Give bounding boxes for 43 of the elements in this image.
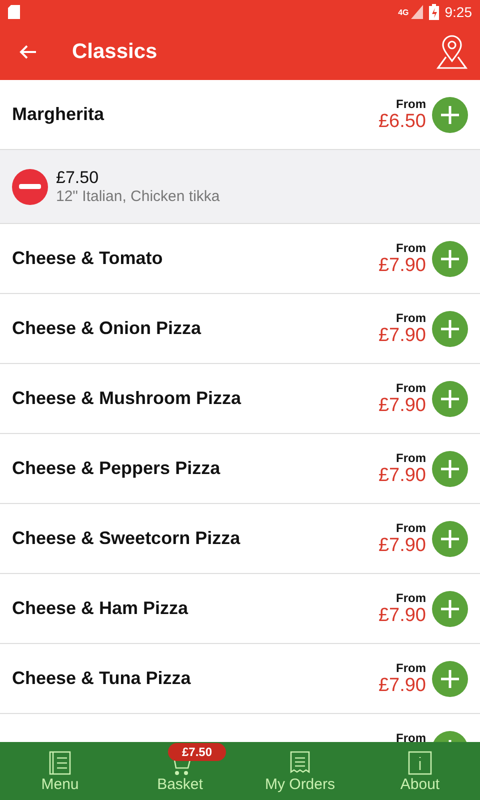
item-price: £7.90: [378, 674, 426, 696]
item-name: Cheese & Onion Pizza: [12, 318, 202, 339]
nav-tab[interactable]: About: [360, 742, 480, 800]
map-pin-icon[interactable]: [436, 35, 468, 69]
sd-card-icon: [8, 5, 20, 19]
screen-title: Classics: [72, 40, 158, 64]
from-label: From: [396, 310, 426, 324]
item-price: £7.90: [378, 254, 426, 276]
item-price: £7.90: [378, 534, 426, 556]
item-price: £6.50: [378, 110, 426, 132]
from-label: From: [396, 450, 426, 464]
from-label: From: [396, 380, 426, 394]
item-name: Cheese & Peppers Pizza: [12, 458, 222, 479]
clock: 9:25: [444, 4, 472, 20]
item-name: Cheese & Mushroom Pizza: [12, 388, 242, 409]
item-price: £7.90: [378, 604, 426, 626]
from-label: From: [396, 520, 426, 534]
basket-line-details: 12" Italian, Chicken tikka: [56, 188, 220, 205]
nav-tab[interactable]: Menu: [0, 742, 120, 800]
item-name: Cheese & Ham Pizza: [12, 598, 190, 619]
minus-icon: [19, 184, 41, 190]
item-name: Cheese & Tuna Pizza: [12, 668, 192, 689]
battery-icon: [428, 4, 439, 20]
nav-tab[interactable]: My Orders: [240, 742, 360, 800]
from-label: From: [396, 240, 426, 254]
item-price: £7.90: [378, 324, 426, 346]
signal-icon: [410, 5, 423, 19]
item-price: £7.90: [378, 464, 426, 486]
item-name: Margherita: [12, 104, 106, 125]
item-name: Cheese & Tomato: [12, 248, 164, 269]
item-name: Cheese & Sweetcorn Pizza: [12, 528, 242, 549]
menu-icon: [47, 750, 73, 776]
remove-button[interactable]: [12, 168, 48, 204]
from-label: From: [396, 730, 426, 742]
info-icon: [407, 750, 433, 776]
item-price: £7.90: [378, 394, 426, 416]
network-type: 4G: [398, 8, 409, 16]
from-label: From: [396, 590, 426, 604]
basket-line-price: £7.50: [56, 168, 100, 188]
from-label: From: [396, 96, 426, 110]
from-label: From: [396, 660, 426, 674]
nav-tab[interactable]: Basket £7.50: [120, 742, 240, 800]
basket-total-badge: £7.50: [168, 743, 226, 761]
